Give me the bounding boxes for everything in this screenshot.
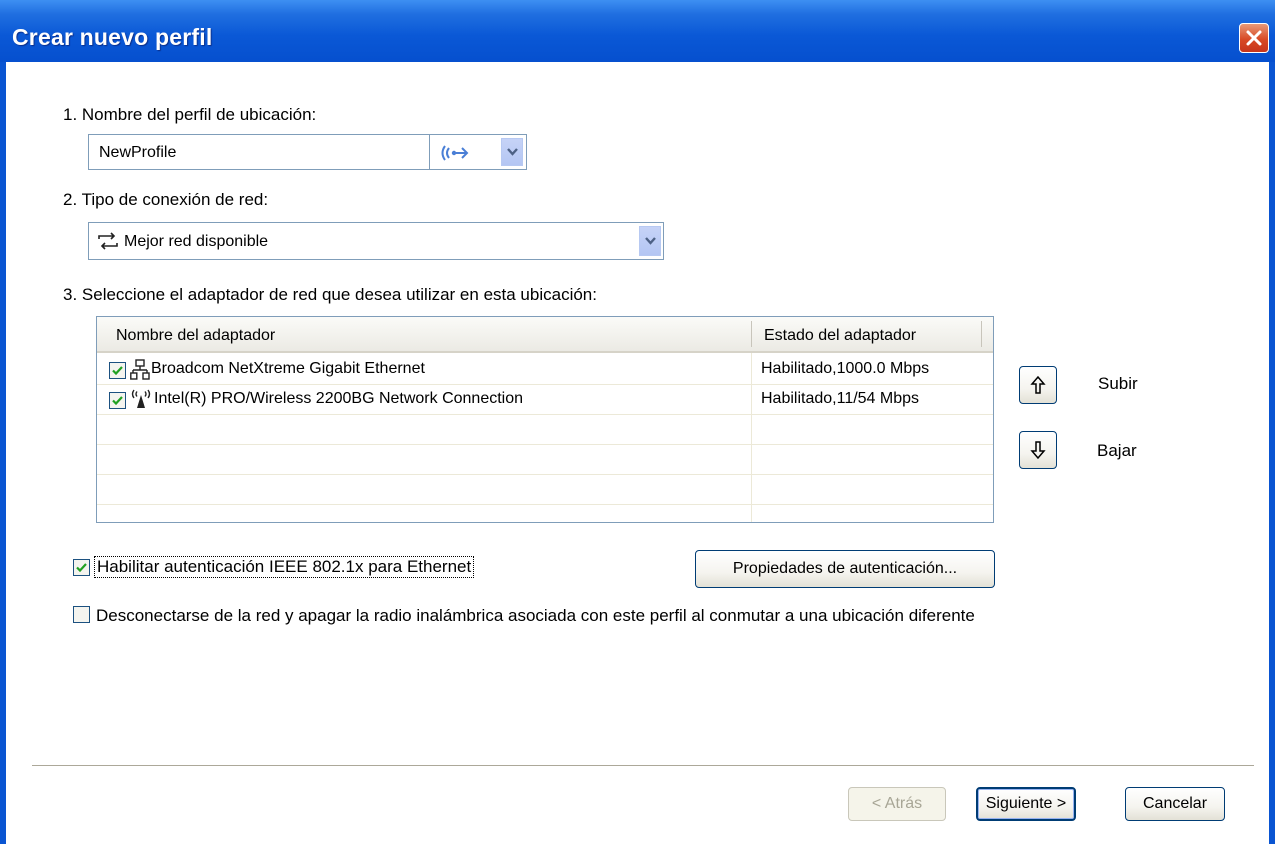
adapter-checkbox[interactable] <box>109 362 126 379</box>
adapter-name: Broadcom NetXtreme Gigabit Ethernet <box>151 360 425 377</box>
ethernet-icon <box>130 359 150 380</box>
move-down-label: Bajar <box>1097 441 1137 460</box>
profile-name-label: 1. Nombre del perfil de ubicación: <box>63 105 317 124</box>
column-header-adapter-name[interactable]: Nombre del adaptador <box>116 327 275 345</box>
wireless-icon <box>441 145 469 161</box>
wireless-antenna-icon <box>131 389 151 408</box>
enable-8021x-checkbox[interactable] <box>73 559 90 576</box>
table-row[interactable]: Intel(R) PRO/Wireless 2200BG Network Con… <box>97 385 993 415</box>
check-icon <box>112 396 123 406</box>
adapter-select-label: 3. Seleccione el adaptador de red que de… <box>63 285 597 304</box>
auth-properties-button[interactable]: Propiedades de autenticación... <box>695 550 995 588</box>
next-button[interactable]: Siguiente > <box>976 787 1076 821</box>
move-up-button[interactable] <box>1019 366 1057 404</box>
cancel-button[interactable]: Cancelar <box>1125 787 1225 821</box>
move-up-label: Subir <box>1098 374 1138 393</box>
adapter-checkbox[interactable] <box>109 392 126 409</box>
profile-icon-dropdown[interactable] <box>429 134 527 170</box>
check-icon <box>112 366 123 376</box>
adapter-status: Habilitado,11/54 Mbps <box>761 390 920 407</box>
profile-name-input[interactable]: NewProfile <box>88 134 430 170</box>
close-button[interactable] <box>1239 23 1269 53</box>
adapter-list[interactable]: Nombre del adaptador Estado del adaptado… <box>96 316 994 523</box>
footer-separator <box>32 765 1254 769</box>
column-divider[interactable] <box>981 321 982 347</box>
chevron-down-icon <box>645 237 656 245</box>
window-frame-right <box>1269 62 1275 844</box>
row-gridline <box>97 474 993 475</box>
arrow-up-icon <box>1030 375 1046 394</box>
best-network-icon <box>98 232 118 250</box>
close-icon <box>1246 30 1262 46</box>
window-title: Crear nuevo perfil <box>12 24 213 50</box>
connection-type-dropdown[interactable]: Mejor red disponible <box>88 222 664 260</box>
profile-icon-dropdown-arrow[interactable] <box>501 138 523 166</box>
enable-8021x-label[interactable]: Habilitar autenticación IEEE 802.1x para… <box>94 556 475 578</box>
check-icon <box>76 563 87 573</box>
adapter-status: Habilitado,1000.0 Mbps <box>761 360 930 377</box>
connection-type-dropdown-arrow[interactable] <box>639 226 661 256</box>
back-button[interactable]: < Atrás <box>848 787 946 821</box>
column-divider[interactable] <box>751 321 752 347</box>
row-gridline <box>97 444 993 445</box>
disconnect-radio-checkbox[interactable] <box>73 606 90 623</box>
adapter-list-header: Nombre del adaptador Estado del adaptado… <box>97 317 993 353</box>
disconnect-radio-label[interactable]: Desconectarse de la red y apagar la radi… <box>96 606 975 626</box>
adapter-name: Intel(R) PRO/Wireless 2200BG Network Con… <box>154 390 524 407</box>
connection-type-label: 2. Tipo de conexión de red: <box>63 190 269 209</box>
move-down-button[interactable] <box>1019 431 1057 469</box>
row-gridline <box>97 504 993 505</box>
column-header-adapter-status[interactable]: Estado del adaptador <box>764 327 916 345</box>
arrow-down-icon <box>1030 441 1046 460</box>
chevron-down-icon <box>507 148 518 156</box>
connection-type-value: Mejor red disponible <box>124 233 269 250</box>
table-row[interactable]: Broadcom NetXtreme Gigabit Ethernet Habi… <box>97 355 993 385</box>
